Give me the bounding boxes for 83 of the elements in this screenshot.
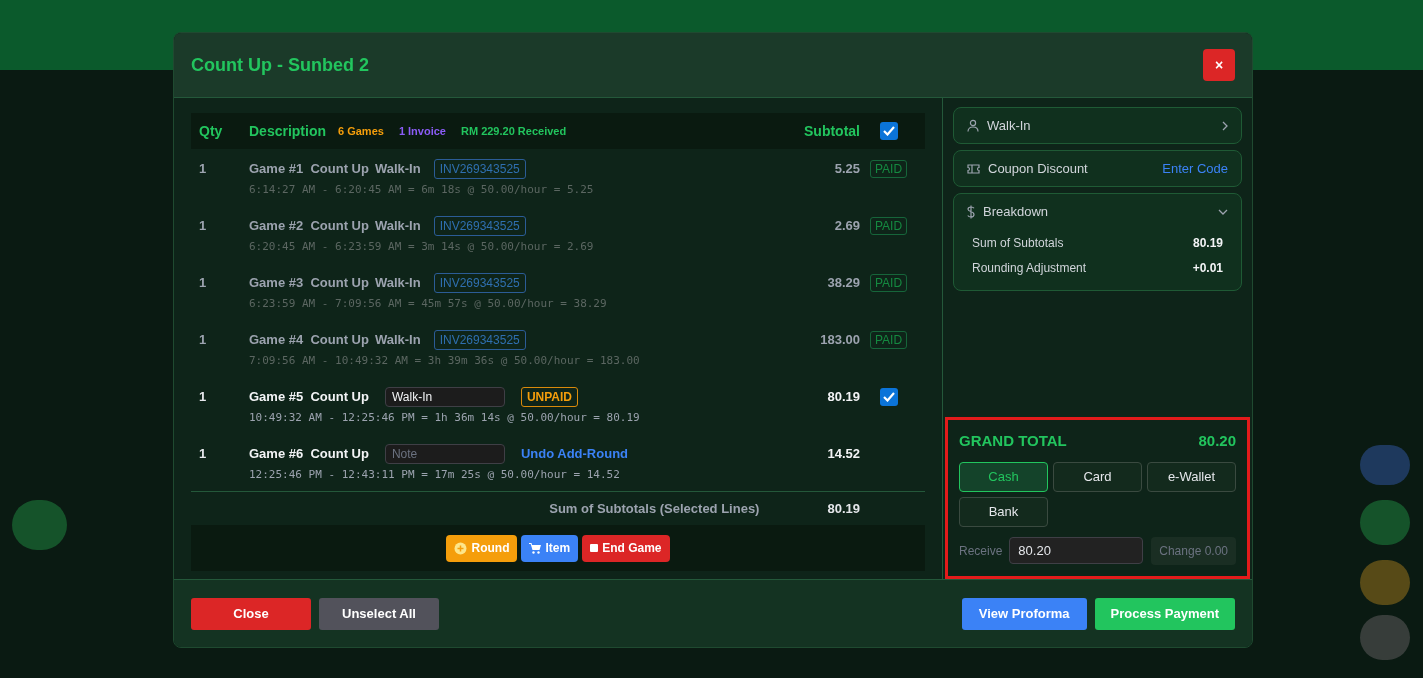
summary-tag: 6 Games	[338, 122, 384, 140]
change-display: Change 0.00	[1151, 536, 1236, 565]
qty-cell-text: 1	[199, 274, 208, 292]
item-button[interactable]: Item	[521, 534, 579, 562]
time-detail: 6:20:45 AM - 6:23:59 AM = 3m 14s @ 50.00/hour = 2.69	[249, 239, 595, 255]
breakdown-label: Sum of Subtotals	[972, 234, 1064, 252]
invoice-tag[interactable]: INV269343525	[433, 273, 526, 293]
subtotal-cell-text: 80.19	[827, 388, 860, 406]
time-detail: 6:23:59 AM - 7:09:56 AM = 45m 57s @ 50.00/hour = 38.29	[249, 296, 608, 312]
unpaid-tag: UNPAID	[520, 387, 579, 407]
customer-field[interactable]: Walk-In	[384, 387, 505, 407]
customer-selector[interactable]: Walk-In	[953, 107, 1242, 144]
customer-name: Walk-In	[987, 116, 1031, 135]
undo-link[interactable]: Undo Add-Round	[520, 444, 628, 464]
summary-tag: 1 Invoice	[398, 122, 446, 140]
payment-method-button[interactable]: Cash	[959, 461, 1048, 492]
qty-cell-text: 1	[199, 331, 208, 349]
close-button[interactable]: Close	[191, 597, 311, 630]
invoice-tag[interactable]: INV269343525	[433, 330, 526, 350]
close-button[interactable]: ×	[1203, 49, 1235, 81]
column-header: Description	[249, 121, 326, 141]
grand-total-label: GRAND TOTAL	[959, 431, 1067, 451]
receive-label: Receive	[959, 542, 1003, 560]
unselect-all-button[interactable]: Unselect All	[319, 597, 439, 630]
status-tag: PAID	[869, 274, 908, 292]
payment-method-button[interactable]: Bank	[959, 496, 1048, 527]
subtotal-cell-text: 2.69	[834, 217, 860, 235]
payment-method-button[interactable]: Card	[1053, 461, 1142, 492]
chevron-right-icon	[1222, 120, 1228, 131]
invoice-tag[interactable]: INV269343525	[433, 159, 526, 179]
game-title: Game #4 Count Up	[249, 331, 369, 350]
customer-name: Walk-In	[374, 274, 421, 293]
subtotal-cell-text: 38.29	[827, 274, 860, 292]
select-all-checkbox[interactable]	[879, 122, 898, 140]
payment-method-button[interactable]: e-Wallet	[1147, 461, 1236, 492]
column-header: Subtotal	[804, 121, 860, 141]
breakdown-value: +0.01	[1192, 259, 1223, 277]
dollar-icon	[967, 205, 975, 219]
view-proforma-button[interactable]: View Proforma	[961, 597, 1087, 630]
status-tag: PAID	[869, 217, 908, 235]
time-detail: 7:09:56 AM - 10:49:32 AM = 3h 39m 36s @ 50.00/hour = 183.00	[249, 353, 641, 369]
game-title: Game #2 Count Up	[249, 217, 369, 236]
column-header: Qty	[199, 121, 224, 141]
sum-label: Sum of Subtotals (Selected Lines)	[549, 499, 760, 518]
time-detail: 6:14:27 AM - 6:20:45 AM = 6m 18s @ 50.00/hour = 5.25	[249, 182, 595, 198]
ticket-icon	[967, 163, 980, 174]
receive-field[interactable]: 80.20	[1009, 537, 1144, 564]
chevron-down-icon[interactable]	[1218, 209, 1228, 215]
qty-cell-text: 1	[199, 160, 208, 178]
subtotal-cell-text: 5.25	[834, 160, 860, 178]
breakdown-value: 80.19	[1192, 234, 1223, 252]
game-title: Game #3 Count Up	[249, 274, 369, 293]
end-game-button[interactable]: End Game	[582, 534, 670, 562]
subtotal-cell-text: 183.00	[820, 331, 860, 349]
dialog-title: Count Up - Sunbed 2	[191, 53, 369, 77]
cart-icon	[529, 542, 542, 554]
qty-cell-text: 1	[199, 217, 208, 235]
breakdown-title[interactable]: Breakdown	[983, 202, 1049, 222]
customer-name: Walk-In	[374, 217, 421, 236]
time-detail: 10:49:32 AM - 12:25:46 PM = 1h 36m 14s @ 50.00/hour = 80.19	[249, 410, 641, 426]
qty-cell-text: 1	[199, 388, 208, 406]
invoice-tag[interactable]: INV269343525	[433, 216, 526, 236]
game-title: Game #6 Count Up	[249, 445, 369, 464]
customer-name: Walk-In	[374, 160, 421, 179]
summary-tag: RM 229.20 Received	[460, 122, 567, 140]
status-tag: PAID	[869, 331, 908, 349]
line-checkbox[interactable]	[879, 388, 898, 406]
game-title: Game #1 Count Up	[249, 160, 369, 179]
subtotal-cell-text: 14.52	[827, 445, 860, 463]
plus-circle-icon	[454, 541, 468, 555]
coupon-label: Coupon Discount	[988, 159, 1088, 178]
time-detail: 12:25:46 PM - 12:43:11 PM = 17m 25s @ 50.00/hour = 14.52	[249, 467, 621, 483]
customer-name: Walk-In	[374, 331, 421, 350]
enter-code-link[interactable]: Enter Code	[1162, 158, 1228, 179]
breakdown-label: Rounding Adjustment	[972, 259, 1087, 277]
note-field[interactable]: Note	[384, 444, 505, 464]
sum-value: 80.19	[827, 499, 860, 518]
qty-cell-text: 1	[199, 445, 208, 463]
status-tag: PAID	[869, 160, 908, 178]
grand-total-value: 80.20	[1198, 431, 1236, 451]
person-icon	[967, 119, 979, 132]
stop-icon	[590, 544, 599, 552]
game-title: Game #5 Count Up	[249, 388, 369, 407]
